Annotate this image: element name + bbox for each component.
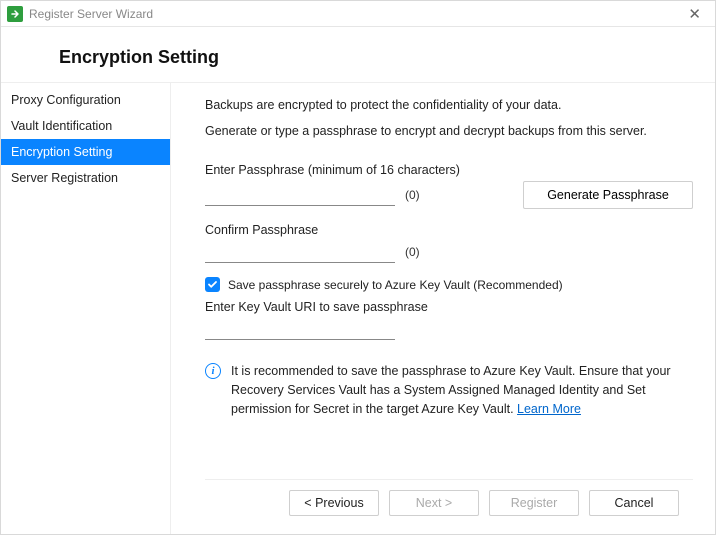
titlebar-left: Register Server Wizard xyxy=(7,6,153,22)
save-to-key-vault-checkbox[interactable] xyxy=(205,277,220,292)
previous-button[interactable]: < Previous xyxy=(289,490,379,516)
content: Backups are encrypted to protect the con… xyxy=(205,95,693,479)
enter-passphrase-label: Enter Passphrase (minimum of 16 characte… xyxy=(205,163,693,177)
next-button[interactable]: Next > xyxy=(389,490,479,516)
main-panel: Backups are encrypted to protect the con… xyxy=(171,83,715,534)
close-icon[interactable]: ✕ xyxy=(680,5,709,23)
body: Proxy Configuration Vault Identification… xyxy=(1,82,715,534)
page-title: Encryption Setting xyxy=(59,47,715,68)
register-button[interactable]: Register xyxy=(489,490,579,516)
generate-passphrase-button[interactable]: Generate Passphrase xyxy=(523,181,693,209)
learn-more-link[interactable]: Learn More xyxy=(517,402,581,416)
cancel-button[interactable]: Cancel xyxy=(589,490,679,516)
confirm-passphrase-block: Confirm Passphrase (0) xyxy=(205,223,693,263)
wizard-footer: < Previous Next > Register Cancel xyxy=(205,479,693,526)
page-header: Encryption Setting xyxy=(1,27,715,82)
step-proxy-configuration[interactable]: Proxy Configuration xyxy=(1,87,170,113)
info-icon: i xyxy=(205,363,221,379)
key-vault-uri-label: Enter Key Vault URI to save passphrase xyxy=(205,300,693,314)
enter-passphrase-input[interactable] xyxy=(205,184,395,206)
intro-text: Backups are encrypted to protect the con… xyxy=(205,95,693,141)
key-vault-uri-block: Enter Key Vault URI to save passphrase xyxy=(205,300,693,340)
wizard-steps-sidebar: Proxy Configuration Vault Identification… xyxy=(1,83,171,534)
confirm-passphrase-count: (0) xyxy=(405,245,420,259)
intro-line-2: Generate or type a passphrase to encrypt… xyxy=(205,121,693,141)
info-text: It is recommended to save the passphrase… xyxy=(231,362,693,418)
title-bar: Register Server Wizard ✕ xyxy=(1,1,715,27)
save-to-key-vault-label: Save passphrase securely to Azure Key Va… xyxy=(228,278,563,292)
info-box: i It is recommended to save the passphra… xyxy=(205,362,693,418)
key-vault-uri-input[interactable] xyxy=(205,318,395,340)
window-title: Register Server Wizard xyxy=(29,7,153,21)
enter-passphrase-count: (0) xyxy=(405,188,420,202)
app-arrow-icon xyxy=(7,6,23,22)
confirm-passphrase-label: Confirm Passphrase xyxy=(205,223,693,237)
step-vault-identification[interactable]: Vault Identification xyxy=(1,113,170,139)
enter-passphrase-block: Enter Passphrase (minimum of 16 characte… xyxy=(205,163,693,209)
save-to-key-vault-row: Save passphrase securely to Azure Key Va… xyxy=(205,277,693,292)
step-server-registration[interactable]: Server Registration xyxy=(1,165,170,191)
wizard-window: Register Server Wizard ✕ Encryption Sett… xyxy=(0,0,716,535)
intro-line-1: Backups are encrypted to protect the con… xyxy=(205,95,693,115)
step-encryption-setting[interactable]: Encryption Setting xyxy=(1,139,170,165)
confirm-passphrase-row: (0) xyxy=(205,241,693,263)
confirm-passphrase-input[interactable] xyxy=(205,241,395,263)
enter-passphrase-row: (0) Generate Passphrase xyxy=(205,181,693,209)
info-message: It is recommended to save the passphrase… xyxy=(231,364,671,416)
